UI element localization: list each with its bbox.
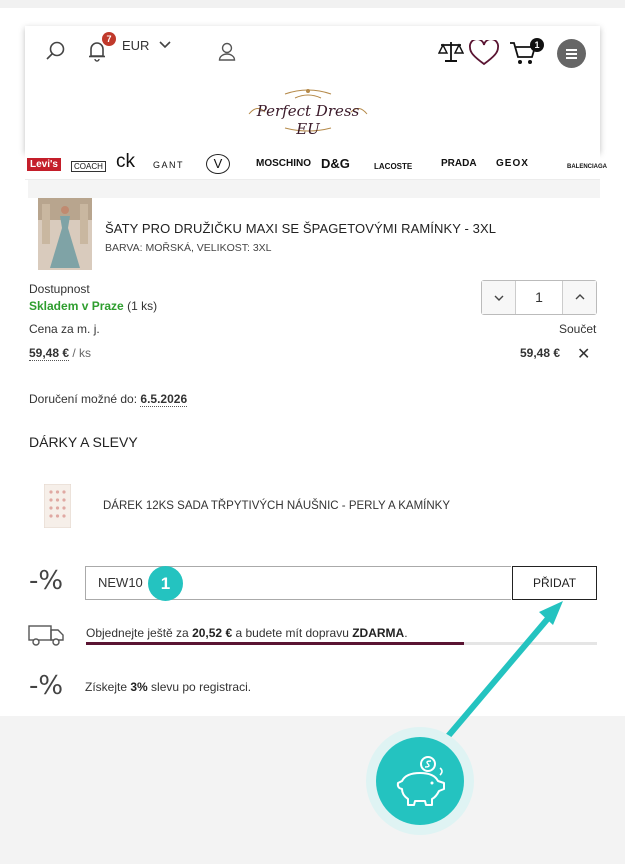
- piggy-bank-button[interactable]: [366, 727, 474, 835]
- annotation-arrow: [435, 601, 563, 751]
- piggy-bank-icon: [396, 756, 445, 806]
- piggy-bank-inner: [376, 737, 464, 825]
